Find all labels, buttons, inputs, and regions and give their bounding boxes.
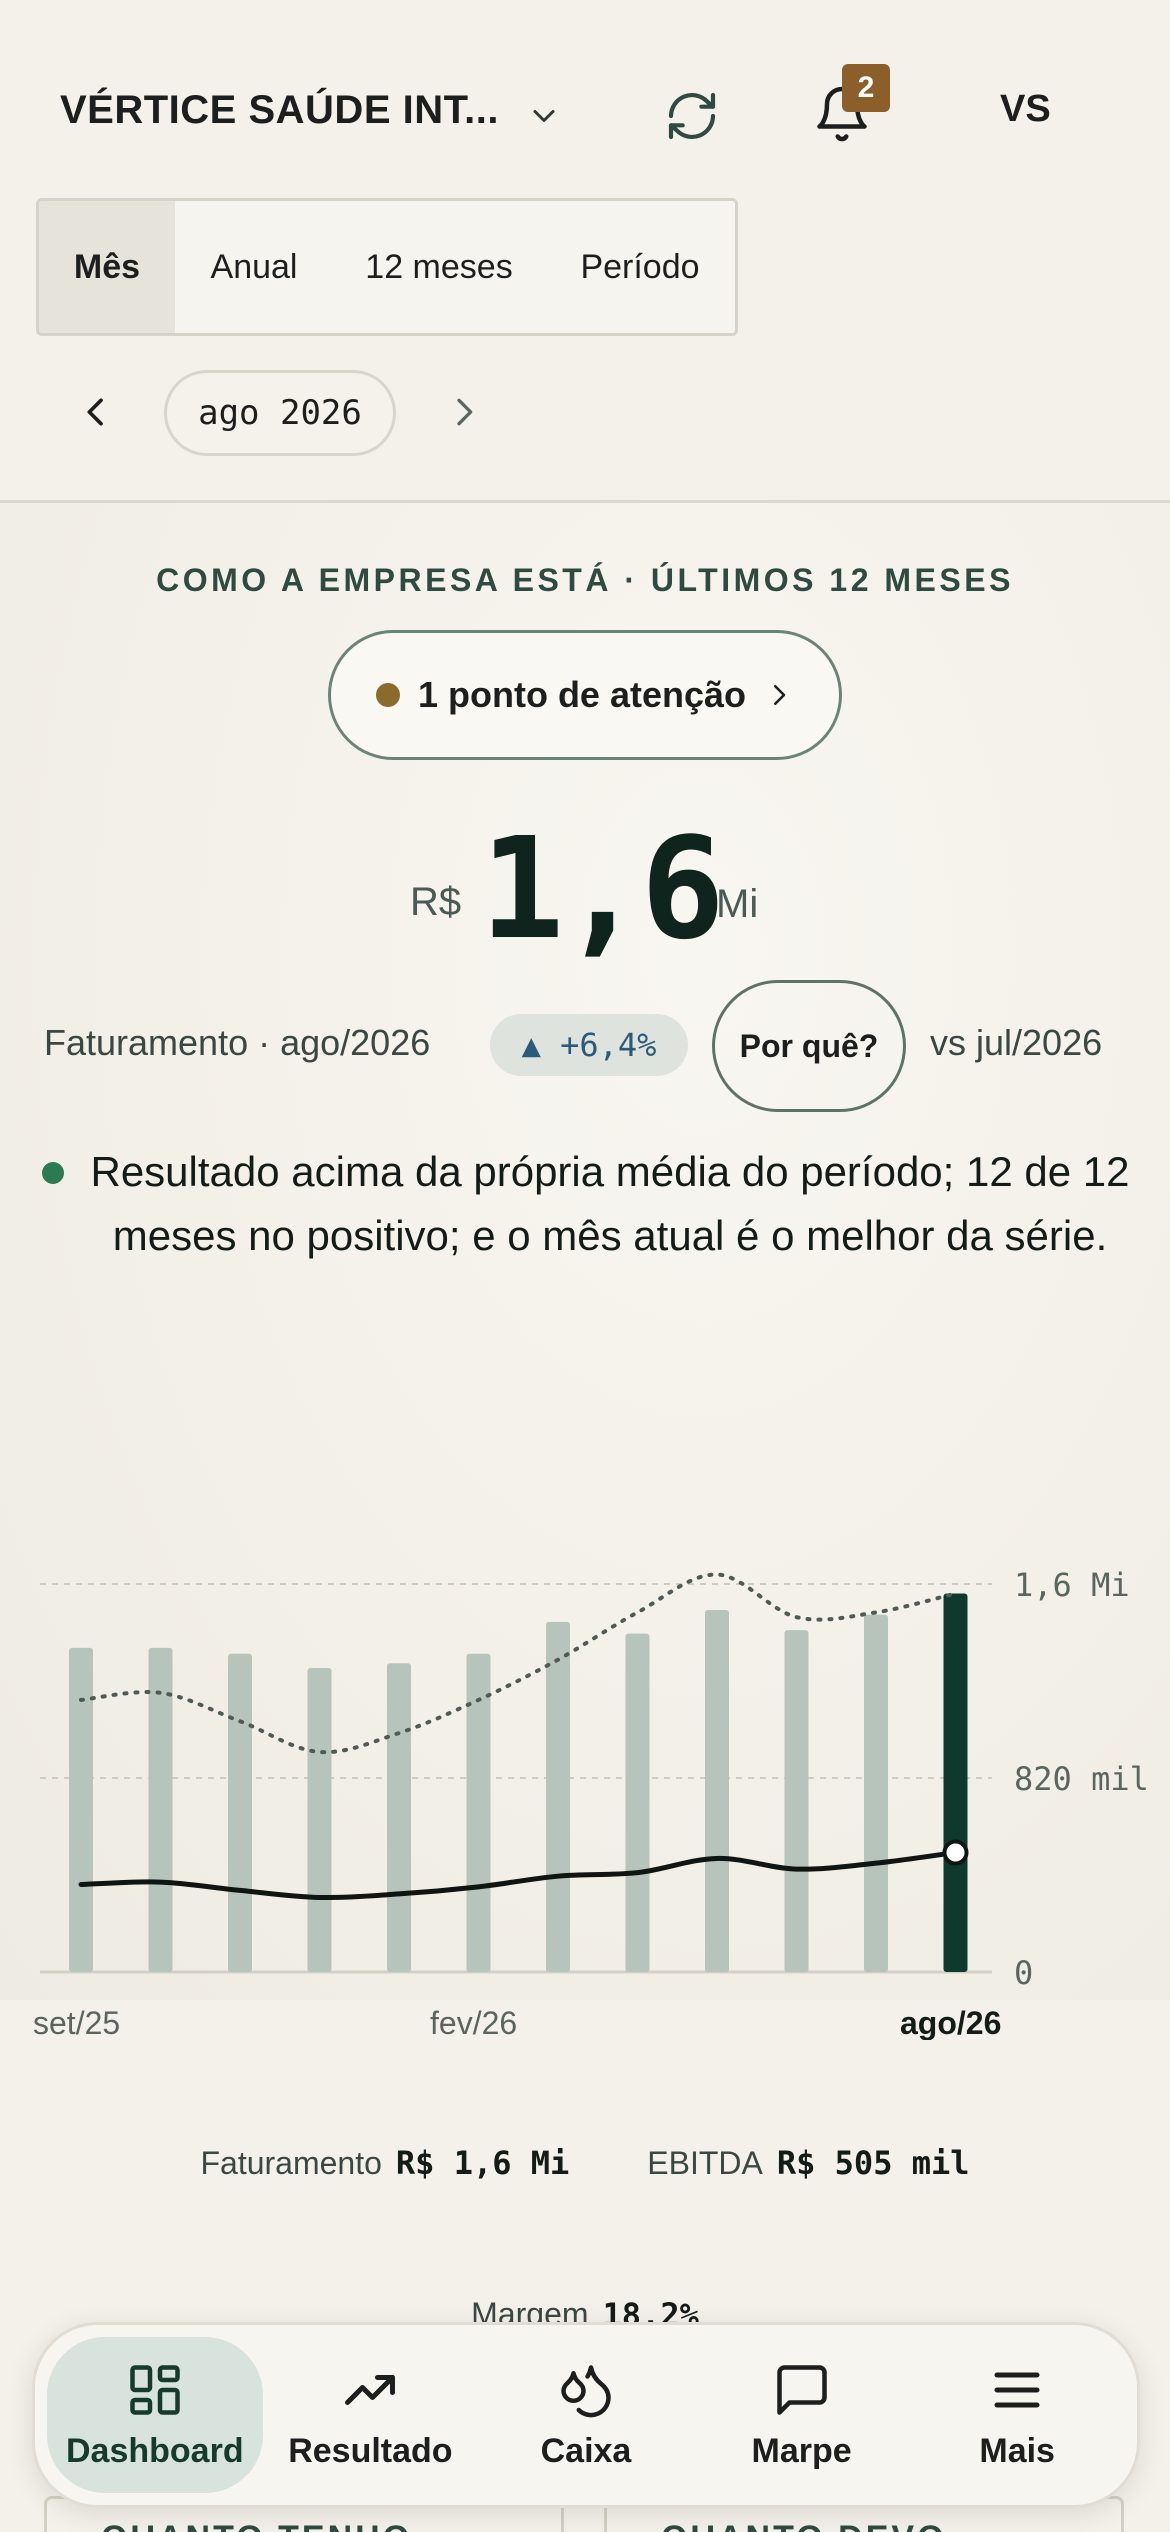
chevron-right-icon[interactable] [444, 392, 484, 432]
ebitda-last-point [942, 1839, 969, 1866]
nav-resultado[interactable]: Resultado [263, 2337, 479, 2493]
chart-legend: Faturamento R$ 1,6 Mi EBITDA R$ 505 mil [0, 2144, 1170, 2182]
legend-value: R$ 505 mil [776, 2144, 970, 2182]
insight-text: Resultado acima da própria média do perí… [90, 1148, 1130, 1259]
chevron-right-icon [774, 685, 786, 705]
tab-mes[interactable]: Mês [39, 201, 175, 333]
chart-bar [387, 1663, 411, 1972]
company-selector[interactable]: VÉRTICE SAÚDE INT... [60, 88, 499, 133]
insight-dot-icon [42, 1162, 64, 1184]
section-label: COMO A EMPRESA ESTÁ · ÚLTIMOS 12 MESES [156, 562, 1014, 598]
legend-value: R$ 1,6 Mi [395, 2144, 570, 2182]
nav-label: Marpe [751, 2431, 852, 2470]
x-tick-label: fev/26 [430, 2005, 517, 2040]
nav-mais[interactable]: Mais [909, 2337, 1125, 2493]
dashboard-icon [130, 2364, 180, 2415]
legend-item-faturamento: Faturamento R$ 1,6 Mi [200, 2144, 569, 2182]
y-tick-label: 820 mil [1014, 1760, 1149, 1798]
chart-bar [228, 1653, 252, 1972]
chart-bar [864, 1614, 888, 1972]
bottom-nav: Dashboard Resultado Caixa Marpe Mais [32, 2322, 1140, 2508]
nav-label: Caixa [540, 2431, 632, 2470]
trending-up-icon [345, 2374, 396, 2405]
y-tick-label: 1,6 Mi [1014, 1566, 1130, 1604]
kpi-value: 1,6 [480, 808, 725, 971]
delta-badge: ▲ +6,4% [490, 1014, 688, 1076]
legend-item-ebitda: EBITDA R$ 505 mil [647, 2144, 969, 2182]
refresh-icon[interactable] [664, 88, 720, 144]
nav-label: Resultado [288, 2431, 453, 2470]
nav-caixa[interactable]: Caixa [478, 2337, 694, 2493]
chart-bar [307, 1667, 332, 1972]
x-tick-label: ago/26 [900, 2005, 1001, 2040]
tab-periodo[interactable]: Período [545, 201, 735, 333]
revenue-chart[interactable]: 1,6 Mi 820 mil 0 set/25 fev/26 ago/26 [0, 1540, 1170, 2040]
kpi-unit: Mi [716, 882, 759, 926]
chevron-down-icon[interactable] [526, 98, 562, 134]
menu-icon [994, 2372, 1040, 2407]
notification-badge: 2 [842, 64, 890, 112]
chart-bar [625, 1633, 650, 1972]
tab-anual[interactable]: Anual [175, 201, 333, 333]
nav-marpe[interactable]: Marpe [694, 2337, 910, 2493]
period-tabs: Mês Anual 12 meses Período [36, 198, 738, 336]
droplets-icon [561, 2364, 611, 2417]
avatar[interactable]: VS [1000, 88, 1051, 131]
legend-label: Faturamento [200, 2145, 382, 2181]
divider [0, 500, 1170, 503]
compare-label: vs jul/2026 [930, 1022, 1103, 1063]
nav-dashboard[interactable]: Dashboard [47, 2337, 263, 2493]
x-tick-label: set/25 [33, 2005, 120, 2040]
ebitda-series-line [78, 1850, 958, 1901]
chart-bar [148, 1647, 173, 1972]
why-button[interactable]: Por quê? [712, 980, 906, 1112]
nav-label: Dashboard [66, 2431, 244, 2470]
attention-dot-icon [375, 683, 400, 707]
dotted-series-line [79, 1572, 958, 1755]
attention-label: 1 ponto de atenção [417, 674, 747, 715]
chart-bar [943, 1593, 968, 1972]
legend-label: EBITDA [647, 2145, 763, 2181]
chart-bar [69, 1647, 93, 1972]
attention-button[interactable]: 1 ponto de atenção [328, 630, 842, 760]
tab-12-meses[interactable]: 12 meses [333, 201, 545, 333]
chart-bar [784, 1630, 809, 1972]
chart-bar [546, 1621, 570, 1972]
chat-icon [776, 2364, 827, 2415]
period-selector[interactable]: ago 2026 [164, 370, 396, 456]
kpi-label: Faturamento · ago/2026 [44, 1022, 431, 1063]
chart-bar [705, 1610, 729, 1972]
chevron-left-icon[interactable] [76, 392, 116, 432]
kpi-currency: R$ [410, 880, 462, 924]
y-tick-label: 0 [1014, 1954, 1033, 1992]
nav-label: Mais [979, 2431, 1055, 2470]
